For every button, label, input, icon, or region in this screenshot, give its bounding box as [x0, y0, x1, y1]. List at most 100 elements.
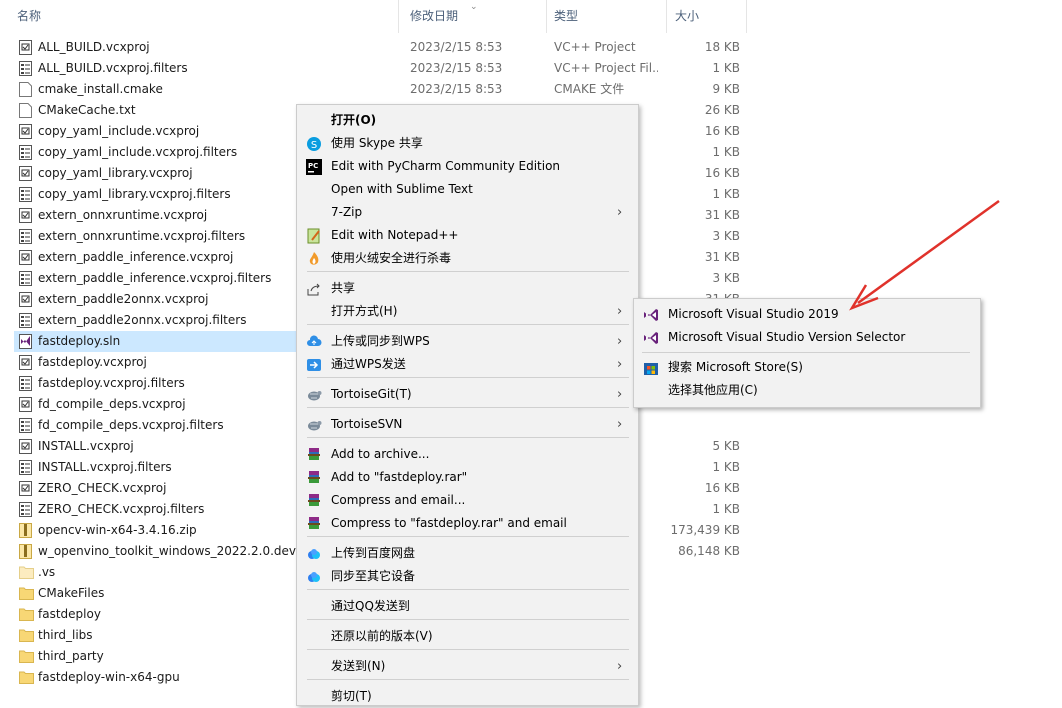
- open-with-item-label: Microsoft Visual Studio Version Selector: [668, 330, 906, 344]
- winrar-icon: [306, 447, 322, 463]
- filters-file-icon: [19, 418, 32, 433]
- file-name: third_party: [38, 649, 104, 663]
- chevron-right-icon: ›: [617, 304, 623, 319]
- zip-file-icon: [19, 523, 32, 538]
- file-name: extern_onnxruntime.vcxproj: [38, 208, 208, 222]
- menu-item-h[interactable]: 打开方式(H) ›: [297, 300, 638, 323]
- file-name: copy_yaml_include.vcxproj: [38, 124, 200, 138]
- menu-item-n[interactable]: 发送到(N) ›: [297, 655, 638, 678]
- vcxproj-file-icon: [19, 481, 32, 496]
- menu-item-label: 使用火绒安全进行杀毒: [331, 251, 452, 265]
- menu-item-label: 剪切(T): [331, 689, 372, 703]
- file-size: 18 KB: [704, 40, 740, 54]
- vcxproj-file-icon: [19, 40, 32, 55]
- file-name: fd_compile_deps.vcxproj.filters: [38, 418, 224, 432]
- open-with-item-c[interactable]: 选择其他应用(C): [634, 379, 980, 402]
- file-name: fastdeploy.vcxproj.filters: [38, 376, 185, 390]
- folder-icon: [19, 628, 34, 643]
- file-row[interactable]: cmake_install.cmake 2023/2/15 8:53 CMAKE 文…: [0, 79, 760, 100]
- menu-item-tortoisesvn[interactable]: TortoiseSVN ›: [297, 413, 638, 436]
- menu-separator: [307, 324, 629, 325]
- menu-item-wps[interactable]: 上传或同步到WPS ›: [297, 330, 638, 353]
- column-header-row: 名称 修改日期 ⌄ 类型 大小: [0, 0, 760, 33]
- column-divider[interactable]: [666, 0, 667, 33]
- file-name: .vs: [38, 565, 56, 579]
- menu-item-o[interactable]: 打开(O): [297, 109, 638, 132]
- menu-item-18[interactable]: 同步至其它设备: [297, 565, 638, 588]
- column-name-header[interactable]: 名称: [17, 0, 41, 33]
- file-name: ALL_BUILD.vcxproj.filters: [38, 61, 188, 75]
- file-row[interactable]: ALL_BUILD.vcxproj 2023/2/15 8:53 VC++ Proj…: [0, 37, 760, 58]
- menu-separator: [307, 536, 629, 537]
- menu-item-label: 上传或同步到WPS: [331, 334, 430, 348]
- menu-item-add-to-fastdeploy-rar[interactable]: Add to "fastdeploy.rar": [297, 466, 638, 489]
- file-name: ALL_BUILD.vcxproj: [38, 40, 150, 54]
- menu-separator: [307, 589, 629, 590]
- file-type: CMAKE 文件: [554, 82, 625, 96]
- menu-item-17[interactable]: 上传到百度网盘: [297, 542, 638, 565]
- svg-text:S: S: [311, 140, 317, 151]
- menu-item-label: Edit with PyCharm Community Edition: [331, 159, 561, 173]
- menu-item-compress-and-email[interactable]: Compress and email...: [297, 489, 638, 512]
- file-size: 5 KB: [712, 439, 740, 453]
- menu-item-edit-with-pycharm-community-edition[interactable]: PC Edit with PyCharm Community Edition: [297, 155, 638, 178]
- file-name: extern_paddle2onnx.vcxproj.filters: [38, 313, 247, 327]
- menu-item-add-to-archive[interactable]: Add to archive...: [297, 443, 638, 466]
- file-size: 1 KB: [712, 502, 740, 516]
- file-name: cmake_install.cmake: [38, 82, 163, 96]
- menu-separator: [307, 271, 629, 272]
- column-divider[interactable]: [746, 0, 747, 33]
- column-divider[interactable]: [398, 0, 399, 33]
- notepad-icon: [306, 228, 322, 244]
- menu-item-open-with-sublime-text[interactable]: Open with Sublime Text: [297, 178, 638, 201]
- open-with-item-microsoft-visual-studio-2019[interactable]: Microsoft Visual Studio 2019: [634, 303, 980, 326]
- menu-item-t[interactable]: 剪切(T): [297, 685, 638, 708]
- menu-item-label: 通过WPS发送: [331, 357, 406, 371]
- open-with-item-microsoft-visual-studio-version-selector[interactable]: Microsoft Visual Studio Version Selector: [634, 326, 980, 349]
- file-row[interactable]: ALL_BUILD.vcxproj.filters 2023/2/15 8:53 V…: [0, 58, 760, 79]
- file-name: opencv-win-x64-3.4.16.zip: [38, 523, 197, 537]
- menu-separator: [307, 619, 629, 620]
- file-size: 16 KB: [704, 124, 740, 138]
- file-name: ZERO_CHECK.vcxproj: [38, 481, 167, 495]
- column-size-header[interactable]: 大小: [675, 0, 699, 33]
- menu-item-compress-to-fastdeploy-rar-and-email[interactable]: Compress to "fastdeploy.rar" and email: [297, 512, 638, 535]
- file-size: 3 KB: [712, 271, 740, 285]
- filters-file-icon: [19, 460, 32, 475]
- folder-icon: [19, 565, 34, 580]
- menu-item-6[interactable]: 使用火绒安全进行杀毒: [297, 247, 638, 270]
- vs2019-icon: [643, 307, 659, 323]
- file-size: 173,439 KB: [670, 523, 740, 537]
- file-size: 9 KB: [712, 82, 740, 96]
- menu-item-skype[interactable]: S 使用 Skype 共享: [297, 132, 638, 155]
- menu-item-edit-with-notepad[interactable]: Edit with Notepad++: [297, 224, 638, 247]
- menu-item-7-zip[interactable]: 7-Zip ›: [297, 201, 638, 224]
- column-type-header[interactable]: 类型: [554, 0, 578, 33]
- open-with-item-label: 选择其他应用(C): [668, 383, 758, 397]
- menu-item-v[interactable]: 还原以前的版本(V): [297, 625, 638, 648]
- file-name: third_libs: [38, 628, 93, 642]
- menu-separator: [307, 649, 629, 650]
- winrar-icon: [306, 470, 322, 486]
- menu-item-label: Compress to "fastdeploy.rar" and email: [331, 516, 567, 530]
- column-date-header[interactable]: 修改日期: [410, 0, 458, 33]
- folder-icon: [19, 649, 34, 664]
- menu-item-qq[interactable]: 通过QQ发送到: [297, 595, 638, 618]
- menu-item-wps[interactable]: 通过WPS发送 ›: [297, 353, 638, 376]
- filters-file-icon: [19, 502, 32, 517]
- file-size: 1 KB: [712, 145, 740, 159]
- file-size: 1 KB: [712, 187, 740, 201]
- file-size: 1 KB: [712, 61, 740, 75]
- file-date: 2023/2/15 8:53: [410, 61, 503, 75]
- menu-item-label: Open with Sublime Text: [331, 182, 473, 196]
- menu-separator: [307, 407, 629, 408]
- menu-item-label: Add to "fastdeploy.rar": [331, 470, 468, 484]
- menu-item-7[interactable]: 共享: [297, 277, 638, 300]
- menu-item-tortoisegit-t[interactable]: TortoiseGit(T) ›: [297, 383, 638, 406]
- open-with-item-microsoft-store-s[interactable]: 搜索 Microsoft Store(S): [634, 356, 980, 379]
- vcxproj-file-icon: [19, 208, 32, 223]
- column-divider[interactable]: [546, 0, 547, 33]
- file-name: fastdeploy.vcxproj: [38, 355, 147, 369]
- file-name: extern_paddle_inference.vcxproj: [38, 250, 234, 264]
- vcxproj-file-icon: [19, 439, 32, 454]
